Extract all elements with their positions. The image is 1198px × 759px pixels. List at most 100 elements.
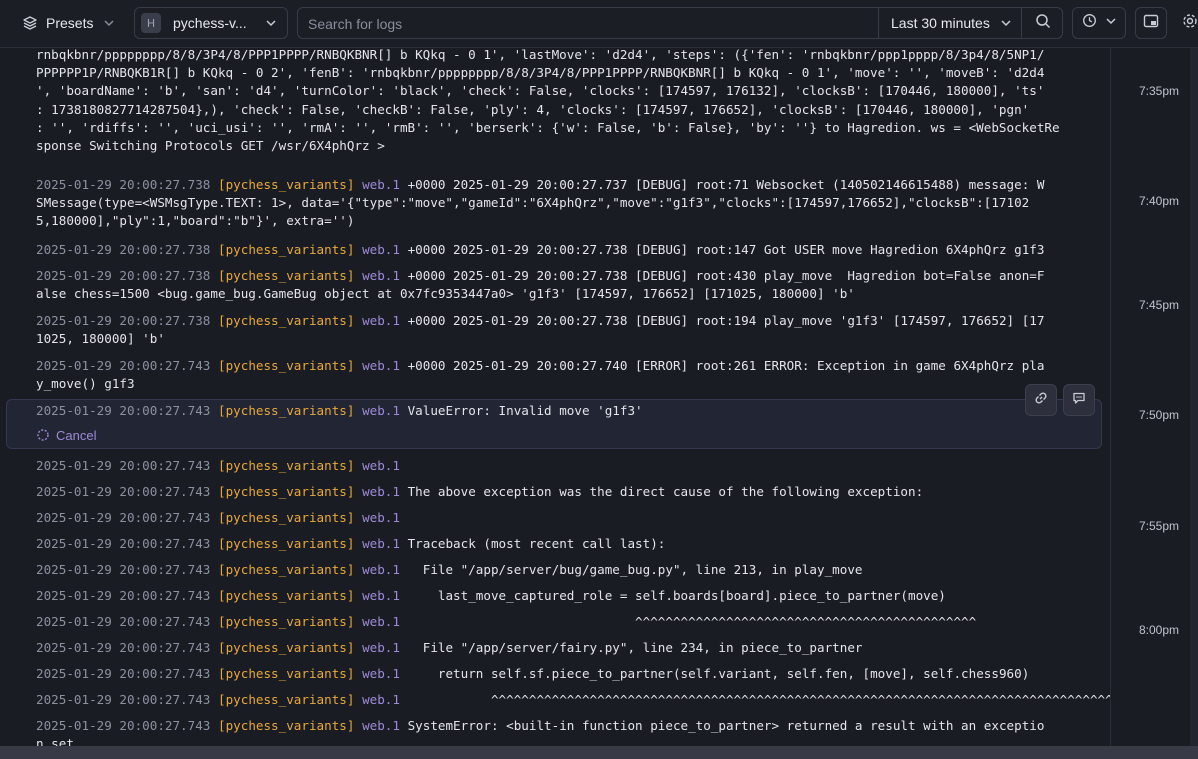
log-service: [pychess_variants] bbox=[217, 484, 355, 499]
log-timestamp: 2025-01-29 20:00:27.743 bbox=[36, 614, 211, 629]
log-service: [pychess_variants] bbox=[217, 458, 355, 473]
time-range-label: Last 30 minutes bbox=[891, 15, 990, 31]
log-message: alse chess=1500 <bug.game_bug.GameBug ob… bbox=[36, 286, 855, 302]
log-message: ^^^^^^^^^^^^^^^^^^^^^^^^^^^^^^^^^^^^^^^^… bbox=[399, 692, 1110, 707]
chevron-down-icon bbox=[103, 17, 115, 29]
log-service: [pychess_variants] bbox=[217, 692, 355, 707]
log-row[interactable]: 2025-01-29 20:00:27.738 [pychess_variant… bbox=[36, 267, 1086, 303]
log-timestamp: 2025-01-29 20:00:27.743 bbox=[36, 640, 211, 655]
top-toolbar: Presets H pychess-v... Last 30 minutes bbox=[0, 0, 1198, 48]
log-service: [pychess_variants] bbox=[217, 510, 355, 525]
log-timestamp: 2025-01-29 20:00:27.743 bbox=[36, 484, 211, 499]
log-service: [pychess_variants] bbox=[217, 242, 355, 257]
log-line: : 1738180827714287504},), 'check': False… bbox=[36, 101, 1030, 117]
log-row[interactable]: 2025-01-29 20:00:27.743 [pychess_variant… bbox=[36, 613, 1086, 631]
log-timestamp: 2025-01-29 20:00:27.743 bbox=[36, 692, 211, 707]
timeline-tick: 7:35pm bbox=[1139, 84, 1180, 98]
log-timestamp: 2025-01-29 20:00:27.743 bbox=[36, 358, 211, 373]
horizontal-scrollbar[interactable] bbox=[0, 746, 1198, 759]
log-row[interactable]: 2025-01-29 20:00:27.743 [pychess_variant… bbox=[36, 717, 1086, 746]
log-pod: web.1 bbox=[362, 536, 400, 551]
log-pod: web.1 bbox=[362, 268, 400, 283]
log-service: [pychess_variants] bbox=[217, 403, 355, 418]
log-message: ValueError: Invalid move 'g1f3' bbox=[399, 403, 643, 418]
log-service: [pychess_variants] bbox=[217, 588, 355, 603]
log-row[interactable]: 2025-01-29 20:00:27.743 [pychess_variant… bbox=[36, 483, 1086, 501]
log-service: [pychess_variants] bbox=[217, 666, 355, 681]
source-selector[interactable]: H pychess-v... bbox=[134, 7, 288, 39]
log-message: SystemError: <built-in function piece_to… bbox=[399, 718, 1045, 733]
log-pod: web.1 bbox=[362, 242, 400, 257]
log-timestamp: 2025-01-29 20:00:27.743 bbox=[36, 562, 211, 577]
log-timestamp: 2025-01-29 20:00:27.738 bbox=[36, 268, 211, 283]
log-row[interactable]: 2025-01-29 20:00:27.743 [pychess_variant… bbox=[36, 509, 1086, 527]
link-icon bbox=[1034, 391, 1048, 410]
panel-toggle-button[interactable] bbox=[1135, 7, 1167, 39]
log-pod: web.1 bbox=[362, 510, 400, 525]
log-line: PPPPPP1P/RNBQKB1R[] b KQkq - 0 2', 'fenB… bbox=[36, 65, 1045, 81]
log-pod: web.1 bbox=[362, 484, 400, 499]
gear-icon bbox=[1182, 13, 1198, 34]
comment-button[interactable] bbox=[1063, 384, 1095, 416]
log-message: File "/app/server/fairy.py", line 234, i… bbox=[399, 640, 863, 655]
log-row[interactable]: 2025-01-29 20:00:27.743 [pychess_variant… bbox=[36, 357, 1086, 393]
log-pod: web.1 bbox=[362, 458, 400, 473]
time-range-dropdown[interactable]: Last 30 minutes bbox=[878, 8, 1021, 38]
timeline-tick: 7:45pm bbox=[1139, 298, 1180, 312]
log-line: sponse Switching Protocols GET /wsr/6X4p… bbox=[36, 138, 385, 154]
search-input[interactable] bbox=[306, 13, 870, 35]
log-message: last_move_captured_role = self.boards[bo… bbox=[399, 588, 946, 603]
log-stream: rnbqkbnr/pppppppp/8/8/3P4/8/PPP1PPPP/RNB… bbox=[0, 48, 1110, 746]
log-service: [pychess_variants] bbox=[217, 718, 355, 733]
log-message: 5,180000],"ply":1,"board":"b"}', extra='… bbox=[36, 213, 355, 229]
log-timestamp: 2025-01-29 20:00:27.743 bbox=[36, 536, 211, 551]
row-actions bbox=[1025, 384, 1095, 416]
log-line: rnbqkbnr/pppppppp/8/8/3P4/8/PPP1PPPP/RNB… bbox=[36, 48, 1045, 62]
time-histogram[interactable]: 7:35pm 7:40pm 7:45pm 7:50pm 7:55pm 8:00p… bbox=[1110, 48, 1198, 746]
log-pod: web.1 bbox=[362, 562, 400, 577]
log-service: [pychess_variants] bbox=[217, 562, 355, 577]
log-row[interactable]: 2025-01-29 20:00:27.743 [pychess_variant… bbox=[36, 691, 1110, 709]
comment-icon bbox=[1072, 391, 1086, 410]
log-row[interactable]: 2025-01-29 20:00:27.743 [pychess_variant… bbox=[36, 535, 1086, 553]
history-button[interactable] bbox=[1072, 7, 1126, 39]
log-message: File "/app/server/bug/game_bug.py", line… bbox=[399, 562, 863, 577]
log-message: +0000 2025-01-29 20:00:27.738 [DEBUG] ro… bbox=[399, 242, 1045, 257]
log-pod: web.1 bbox=[362, 588, 400, 603]
loading-spinner-icon bbox=[36, 428, 50, 442]
log-row[interactable]: 2025-01-29 20:00:27.743 [pychess_variant… bbox=[36, 587, 1086, 605]
chevron-down-icon bbox=[265, 17, 277, 29]
copy-link-button[interactable] bbox=[1025, 384, 1057, 416]
log-row[interactable]: 2025-01-29 20:00:27.743 [pychess_variant… bbox=[36, 402, 1086, 420]
log-message: SMessage(type=<WSMsgType.TEXT: 1>, data=… bbox=[36, 195, 1030, 211]
log-pod: web.1 bbox=[362, 177, 400, 192]
log-pod: web.1 bbox=[362, 358, 400, 373]
log-message: y_move() g1f3 bbox=[36, 376, 135, 392]
vertical-scrollbar[interactable] bbox=[1190, 48, 1198, 746]
log-service: [pychess_variants] bbox=[217, 177, 355, 192]
cancel-button[interactable]: Cancel bbox=[36, 426, 96, 444]
log-row[interactable]: 2025-01-29 20:00:27.743 [pychess_variant… bbox=[36, 561, 1086, 579]
log-row[interactable]: 2025-01-29 20:00:27.743 [pychess_variant… bbox=[36, 665, 1086, 683]
presets-dropdown[interactable]: Presets bbox=[10, 8, 126, 38]
log-pod: web.1 bbox=[362, 403, 400, 418]
log-message: n set bbox=[36, 736, 74, 746]
log-service: [pychess_variants] bbox=[217, 358, 355, 373]
log-row[interactable]: 2025-01-29 20:00:27.738 [pychess_variant… bbox=[36, 241, 1086, 259]
log-row[interactable]: 2025-01-29 20:00:27.743 [pychess_variant… bbox=[36, 639, 1086, 657]
log-service: [pychess_variants] bbox=[217, 268, 355, 283]
search-button[interactable] bbox=[1021, 8, 1063, 38]
layers-icon bbox=[22, 15, 38, 31]
log-message-continuation: rnbqkbnr/pppppppp/8/8/3P4/8/PPP1PPPP/RNB… bbox=[36, 48, 1086, 155]
log-timestamp: 2025-01-29 20:00:27.743 bbox=[36, 666, 211, 681]
log-row[interactable]: 2025-01-29 20:00:27.743 [pychess_variant… bbox=[36, 457, 1086, 475]
log-timestamp: 2025-01-29 20:00:27.743 bbox=[36, 510, 211, 525]
log-row[interactable]: 2025-01-29 20:00:27.738 [pychess_variant… bbox=[36, 176, 1086, 231]
search-icon bbox=[1035, 13, 1051, 34]
log-timestamp: 2025-01-29 20:00:27.738 bbox=[36, 242, 211, 257]
log-row[interactable]: 2025-01-29 20:00:27.738 [pychess_variant… bbox=[36, 312, 1086, 348]
settings-button[interactable] bbox=[1182, 12, 1198, 34]
log-message: The above exception was the direct cause… bbox=[399, 484, 924, 499]
log-service: [pychess_variants] bbox=[217, 614, 355, 629]
log-message: +0000 2025-01-29 20:00:27.740 [ERROR] ro… bbox=[399, 358, 1045, 373]
